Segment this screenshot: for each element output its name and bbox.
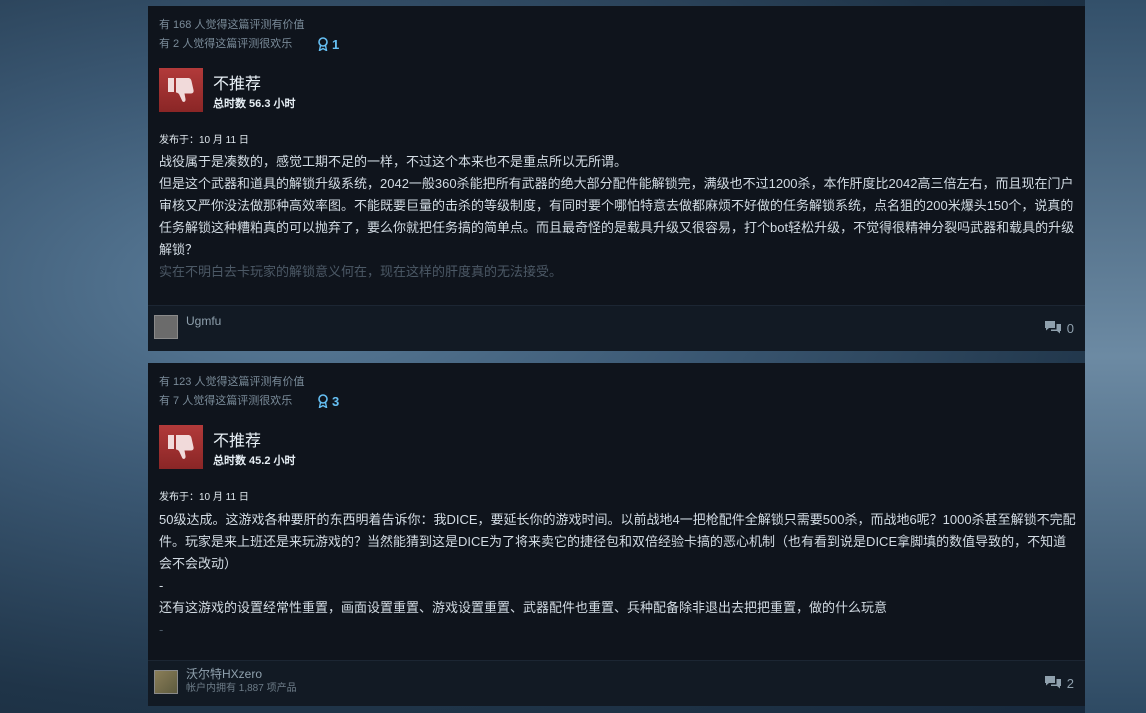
award-count: 1 <box>332 37 340 52</box>
comment-count: 0 <box>1066 321 1074 336</box>
review-paragraph: 还有这游戏的设置经常性重置，画面设置重置、游戏设置重置、武器配件也重置、兵种配备… <box>159 600 888 615</box>
playtime-hours: 总时数 56.3 小时 <box>213 98 296 110</box>
comments-button[interactable]: 0 <box>1044 320 1074 337</box>
post-date: 发布于：10 月 11 日 <box>159 492 249 503</box>
award-badge[interactable]: 1 <box>317 37 339 52</box>
avatar[interactable] <box>154 670 178 694</box>
review-paragraph: - <box>159 622 164 637</box>
award-ribbon-icon <box>318 394 328 409</box>
review-card: 有 123 人觉得这篇评测有价值 有 7 人觉得这篇评测很欢乐 3 不推荐 总时… <box>148 363 1085 706</box>
review-footer: 沃尔特HXzero 帐户内拥有 1,887 项产品 2 <box>148 660 1085 706</box>
helpful-count: 有 168 人觉得这篇评测有价值 <box>159 19 305 31</box>
review-paragraph: 战役属于是凑数的，感觉工期不足的一样，不过这个本来也不是重点所以无所谓。 <box>159 154 628 169</box>
playtime-hours: 总时数 45.2 小时 <box>213 455 296 467</box>
username[interactable]: Ugmfu <box>186 314 221 328</box>
review-content: 战役属于是凑数的，感觉工期不足的一样，不过这个本来也不是重点所以无所谓。 但是这… <box>159 151 1079 283</box>
review-paragraph: 实在不明白去卡玩家的解锁意义何在，现在这样的肝度真的无法接受。 <box>159 264 563 279</box>
post-date: 发布于：10 月 11 日 <box>159 135 249 146</box>
review-paragraph: 但是这个武器和道具的解锁升级系统，2042一般360杀能把所有武器的绝大部分配件… <box>159 176 1075 257</box>
review-card: 有 168 人觉得这篇评测有价值 有 2 人觉得这篇评测很欢乐 1 不推荐 总时… <box>148 6 1085 351</box>
helpful-count: 有 123 人觉得这篇评测有价值 <box>159 376 305 388</box>
avatar[interactable] <box>154 315 178 339</box>
review-footer: Ugmfu 0 <box>148 305 1085 351</box>
thumbs-down-icon <box>159 425 203 469</box>
review-paragraph: - <box>159 578 164 593</box>
award-badge[interactable]: 3 <box>317 394 339 409</box>
review-content: 50级达成。这游戏各种要肝的东西明着告诉你：我DICE，要延长你的游戏时间。以前… <box>159 509 1079 641</box>
comment-icon <box>1044 321 1061 334</box>
username[interactable]: 沃尔特HXzero <box>186 667 262 681</box>
user-product-count: 帐户内拥有 1,887 项产品 <box>186 683 297 694</box>
background-decoration <box>1085 0 1146 713</box>
funny-count: 有 7 人觉得这篇评测很欢乐 <box>159 395 293 407</box>
award-count: 3 <box>332 394 340 409</box>
comment-count: 2 <box>1066 676 1074 691</box>
review-verdict: 不推荐 <box>213 76 262 93</box>
review-verdict: 不推荐 <box>213 433 262 450</box>
award-ribbon-icon <box>318 37 328 52</box>
comments-button[interactable]: 2 <box>1044 675 1074 692</box>
thumbs-down-icon <box>159 68 203 112</box>
review-paragraph: 50级达成。这游戏各种要肝的东西明着告诉你：我DICE，要延长你的游戏时间。以前… <box>159 512 1076 571</box>
funny-count: 有 2 人觉得这篇评测很欢乐 <box>159 38 293 50</box>
comment-icon <box>1044 676 1061 689</box>
